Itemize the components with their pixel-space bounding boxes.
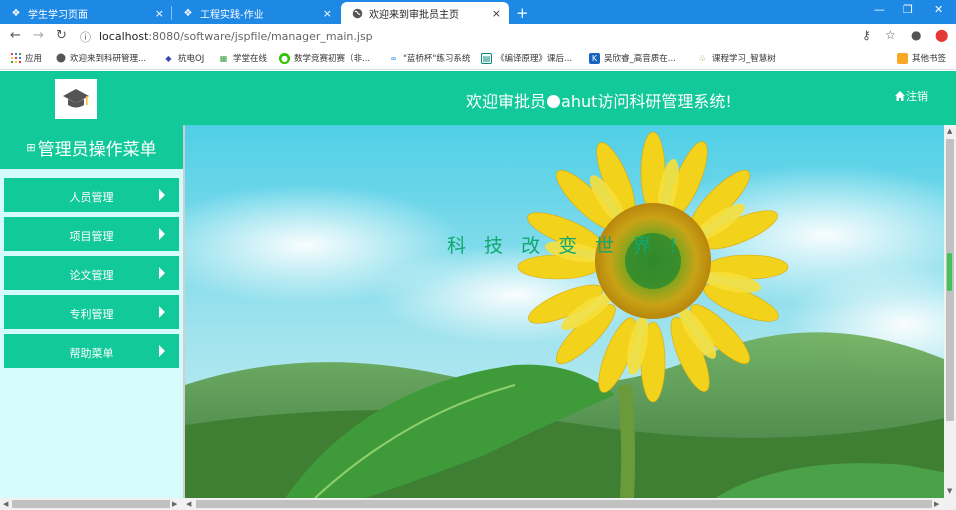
tab-approver-home[interactable]: 欢迎来到审批员主页 × [341,2,509,24]
lanqiao-icon: ∞ [390,53,397,63]
scroll-down-icon[interactable]: ▼ [947,487,952,495]
music-icon: K [589,52,600,64]
url-path: :8080/software/jspfile/manager_main.jsp [148,30,373,43]
site-icon: ◆ [165,53,172,63]
logo [55,79,97,119]
tree-icon: ♧ [698,53,707,63]
scroll-right-icon[interactable]: ▶ [172,500,177,508]
horizontal-scrollbar[interactable]: ◀ ▶ ◀ ▶ [0,498,956,510]
sunflower-banner-image [185,125,956,498]
scroll-left-icon[interactable]: ◀ [3,500,8,508]
app-header: 欢迎审批员 ahut访问科研管理系统! 注销 [0,71,956,125]
vertical-scrollbar[interactable]: ▲ ▼ [944,125,956,498]
folder-icon [897,52,908,64]
back-icon[interactable]: ← [10,28,21,43]
url-field[interactable]: ⓘ localhost :8080/software/jspfile/manag… [80,27,950,46]
address-bar: ← → ↻ ⓘ localhost :8080/software/jspfile… [0,24,956,48]
star-icon[interactable]: ☆ [885,28,896,42]
bookmark-music[interactable]: K 吴欣睿_高音质在... [589,52,676,64]
menu-item-patents[interactable]: 专利管理 [4,295,179,329]
tab-title: 工程实践-作业 [200,9,264,21]
sidebar: ⊞ 管理员操作菜单 人员管理 项目管理 论文管理 专利管理 帮助菜单 [0,125,183,498]
scroll-position-marker [947,253,952,291]
key-icon[interactable]: ⚷ [862,28,871,42]
content-scrollbar-thumb[interactable] [196,500,932,508]
welcome-message: 欢迎审批员 ahut访问科研管理系统! [466,92,732,111]
tab-engineering-homework[interactable]: ❖ 工程实践-作业 × [172,2,340,24]
scroll-left-icon[interactable]: ◀ [186,500,191,508]
window-close-icon[interactable]: ✕ [934,3,943,16]
sidebar-title: ⊞ 管理员操作菜单 [0,125,183,169]
url-host: localhost [99,30,149,43]
bookmark-math-contest[interactable]: ● 数学竞赛初赛（非... [279,52,370,64]
menu-item-papers[interactable]: 论文管理 [4,256,179,290]
book-icon: ▤ [481,52,492,64]
tab-student-study[interactable]: ❖ 学生学习页面 × [0,2,172,24]
scroll-up-icon[interactable]: ▲ [947,127,952,135]
tab-title: 学生学习页面 [28,9,88,21]
bookmark-compiler[interactable]: ▤ 《编译原理》课后... [481,52,572,64]
user-icon [547,95,561,108]
school-icon: ▦ [219,53,228,63]
reload-icon[interactable]: ↻ [56,28,67,43]
close-icon[interactable]: × [492,7,501,20]
grid-icon: ⊞ [26,140,36,154]
bookmark-xuetang[interactable]: ▦ 学堂在线 [218,52,267,65]
tab-title: 欢迎来到审批员主页 [369,9,459,21]
caret-right-icon [159,189,165,201]
menu-item-help[interactable]: 帮助菜单 [4,334,179,368]
page-icon: ❖ [11,7,21,19]
bookmark-apps[interactable]: 应用 [10,52,42,64]
bookmark-other[interactable]: 其他书签 [897,52,946,64]
caret-right-icon [159,228,165,240]
globe-icon [351,7,363,19]
home-icon [895,91,905,101]
close-icon[interactable]: × [155,7,164,20]
bookmark-hdu-oj[interactable]: ◆ 杭电OJ [163,52,204,65]
extension-icon[interactable]: ⬤ [935,28,948,42]
graduation-cap-icon [63,89,89,108]
sidebar-scrollbar-thumb[interactable] [12,500,170,508]
close-icon[interactable]: × [323,7,332,20]
minimize-icon[interactable]: — [874,3,885,16]
profile-icon[interactable]: ● [911,28,921,42]
main-content-frame: 科 技 改 变 世 界 ! [183,125,956,498]
menu-item-projects[interactable]: 项目管理 [4,217,179,251]
forward-icon[interactable]: → [33,28,44,43]
browser-tab-strip: ❖ 学生学习页面 × ❖ 工程实践-作业 × 欢迎来到审批员主页 × + — ❐… [0,0,956,24]
caret-right-icon [159,306,165,318]
new-tab-button[interactable]: + [516,4,529,22]
bookmark-lanqiao[interactable]: ∞ "蓝桥杯"练习系统 [388,52,470,65]
globe-icon [55,53,66,64]
maximize-icon[interactable]: ❐ [903,3,913,16]
menu-item-personnel[interactable]: 人员管理 [4,178,179,212]
banner-slogan: 科 技 改 变 世 界 ! [447,235,683,257]
bookmark-zhihuishu[interactable]: ♧ 课程学习_智慧树 [697,52,776,65]
caret-right-icon [159,267,165,279]
logout-link[interactable]: 注销 [894,88,928,104]
wechat-icon: ● [279,52,290,64]
apps-grid-icon [10,53,21,64]
caret-right-icon [159,345,165,357]
page-icon: ❖ [183,7,193,19]
scroll-right-icon[interactable]: ▶ [934,500,939,508]
bookmark-research-system[interactable]: 欢迎来到科研管理... [55,52,146,64]
bookmarks-bar: 应用 欢迎来到科研管理... ◆ 杭电OJ ▦ 学堂在线 ● 数学竞赛初赛（非.… [0,48,956,70]
info-icon[interactable]: ⓘ [80,29,91,45]
